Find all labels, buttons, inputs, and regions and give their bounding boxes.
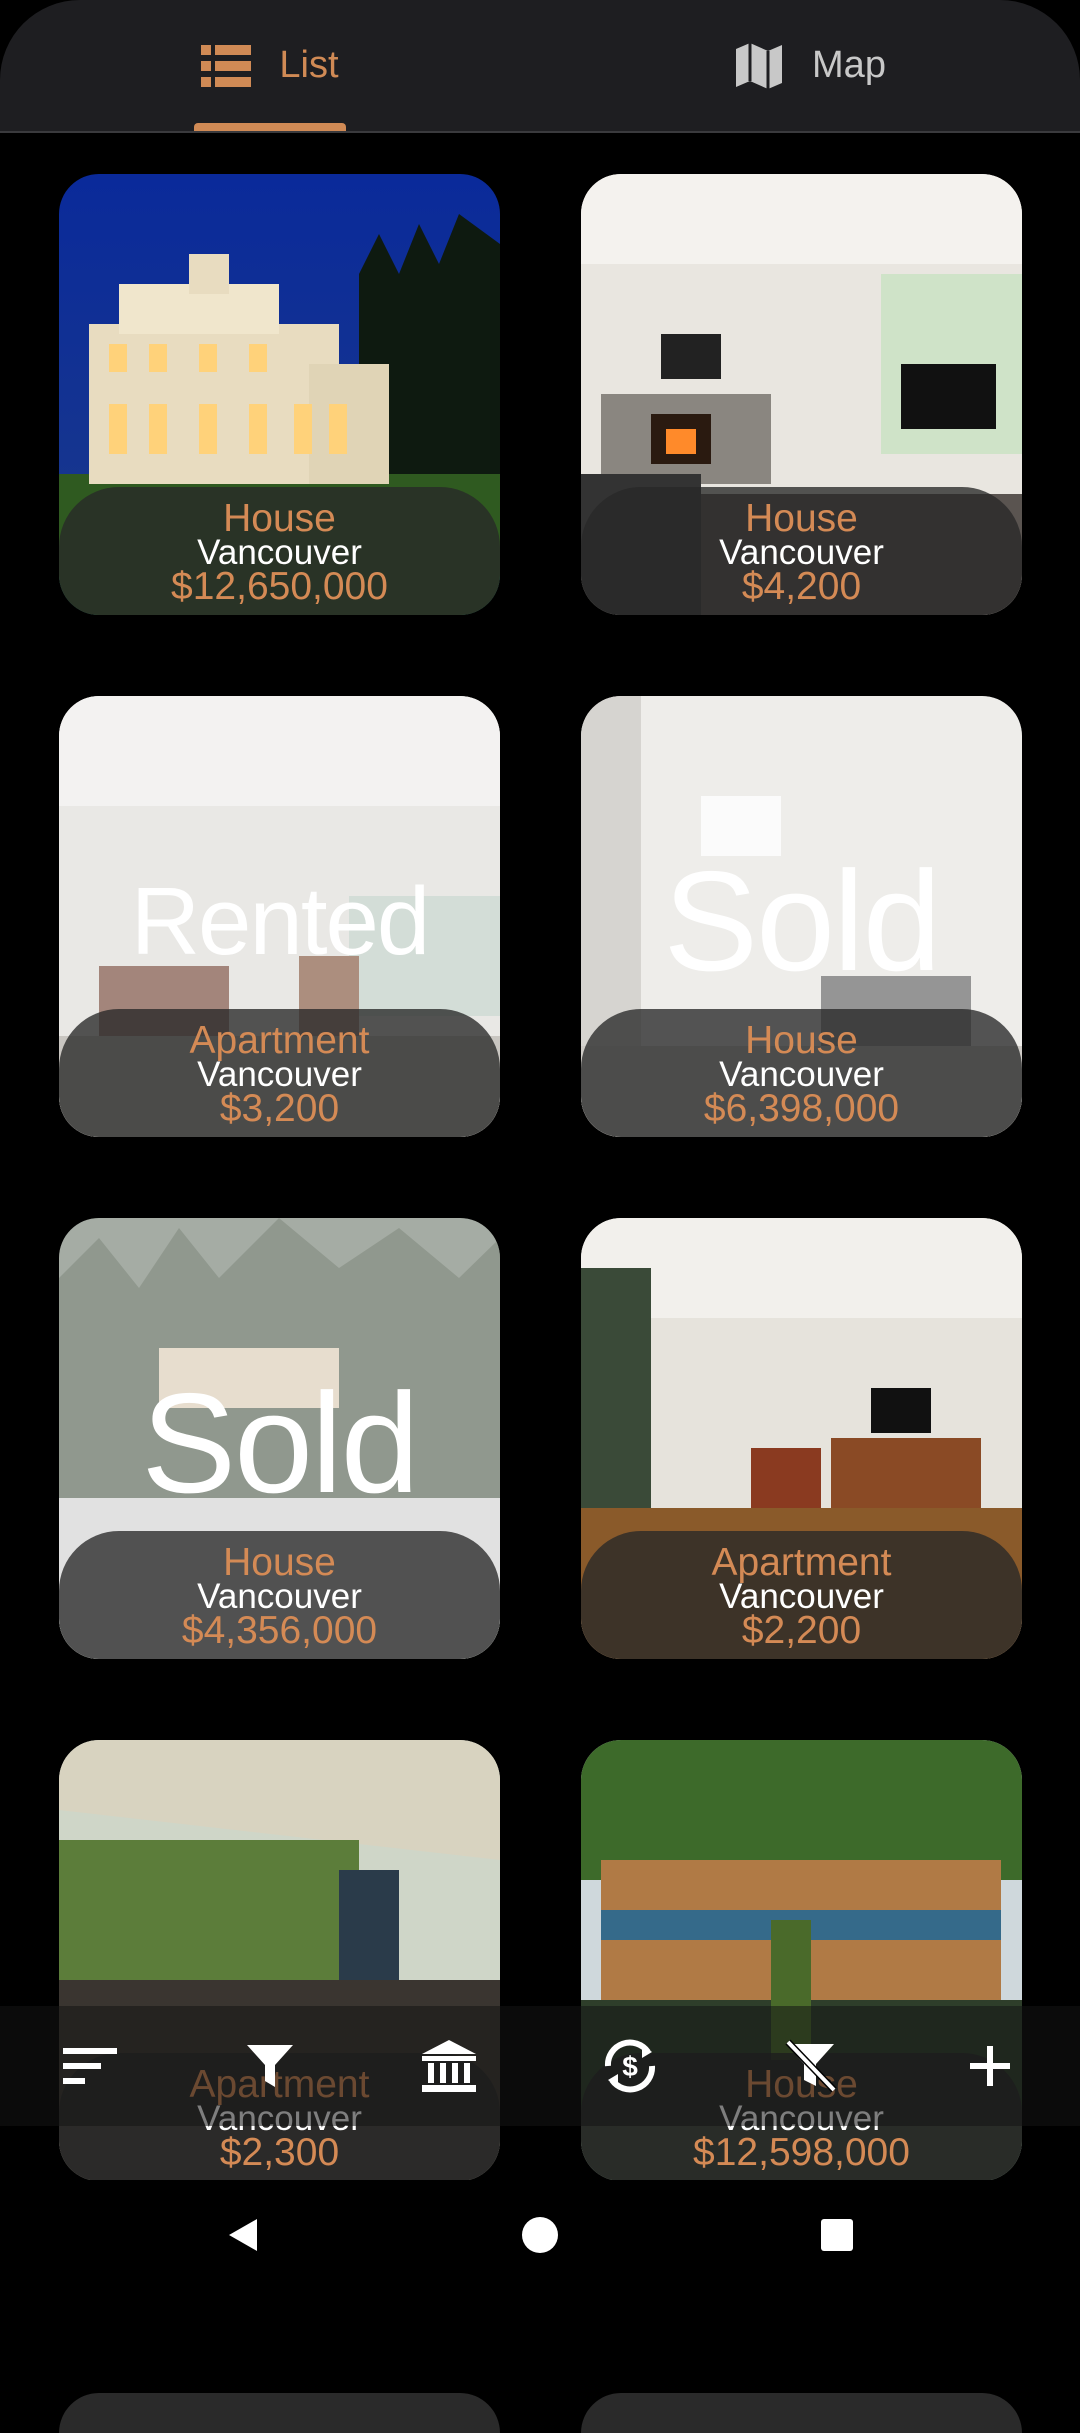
listing-price: $4,200 bbox=[741, 565, 862, 608]
back-button[interactable] bbox=[208, 2200, 278, 2270]
listing-type: Apartment bbox=[711, 1541, 892, 1584]
home-button[interactable] bbox=[505, 2200, 575, 2270]
listing-card[interactable]: Sold House Vancouver $6,398,000 bbox=[581, 696, 1022, 1137]
listing-caption: Apartment Vancouver $3,200 bbox=[59, 1009, 500, 1137]
listing-status: Sold bbox=[141, 1364, 419, 1523]
listing-type: House bbox=[745, 1019, 858, 1062]
listing-price: $3,200 bbox=[219, 1087, 340, 1130]
sort-button[interactable] bbox=[50, 2026, 130, 2106]
back-icon bbox=[229, 2219, 257, 2251]
listing-price: $12,650,000 bbox=[171, 565, 388, 608]
listing-price: $6,398,000 bbox=[703, 1087, 900, 1130]
bank-button[interactable] bbox=[409, 2026, 489, 2106]
listing-card[interactable]: Sold House Vancouver $4,356,000 bbox=[59, 1218, 500, 1659]
listing-status: Rented bbox=[130, 868, 431, 975]
tab-map[interactable]: Map bbox=[540, 0, 1080, 131]
listing-status: Sold bbox=[663, 842, 941, 1001]
recents-icon bbox=[821, 2219, 853, 2251]
listing-card-partial bbox=[581, 2393, 1022, 2433]
add-button[interactable] bbox=[950, 2026, 1030, 2106]
listing-card[interactable]: Apartment Vancouver $2,200 bbox=[581, 1218, 1022, 1659]
listing-type: Apartment bbox=[189, 1019, 370, 1062]
listing-card[interactable]: House Vancouver $4,200 bbox=[581, 174, 1022, 615]
listing-caption: Apartment Vancouver $2,200 bbox=[581, 1531, 1022, 1659]
currency-convert-button[interactable]: $ bbox=[590, 2026, 670, 2106]
top-tab-bar: List Map bbox=[0, 0, 1080, 133]
listing-caption: House Vancouver $12,650,000 bbox=[59, 487, 500, 615]
listing-card[interactable]: House Vancouver $12,650,000 bbox=[59, 174, 500, 615]
active-tab-indicator bbox=[194, 123, 346, 131]
listing-price: $2,200 bbox=[741, 1609, 862, 1652]
listing-type: House bbox=[745, 497, 858, 540]
tab-list[interactable]: List bbox=[0, 0, 540, 131]
recents-button[interactable] bbox=[802, 2200, 872, 2270]
currency-convert-icon: $ bbox=[604, 2039, 656, 2093]
listing-type: House bbox=[223, 497, 336, 540]
tab-map-label: Map bbox=[812, 44, 886, 86]
listing-card-partial bbox=[59, 2393, 500, 2433]
listing-price: $2,300 bbox=[219, 2131, 340, 2174]
home-icon bbox=[522, 2217, 558, 2253]
clear-filter-button[interactable] bbox=[770, 2026, 850, 2106]
bank-icon bbox=[422, 2040, 476, 2092]
clear-filter-icon bbox=[785, 2039, 837, 2093]
tab-list-label: List bbox=[279, 44, 339, 86]
listing-price: $4,356,000 bbox=[181, 1609, 378, 1652]
listing-caption: House Vancouver $4,356,000 bbox=[59, 1531, 500, 1659]
bottom-action-bar: $ bbox=[0, 2006, 1080, 2126]
listing-caption: House Vancouver $6,398,000 bbox=[581, 1009, 1022, 1137]
svg-text:$: $ bbox=[622, 2051, 638, 2082]
sort-icon bbox=[63, 2048, 117, 2084]
listing-caption: House Vancouver $4,200 bbox=[581, 487, 1022, 615]
filter-button[interactable] bbox=[230, 2026, 310, 2106]
listing-card[interactable]: Rented Apartment Vancouver $3,200 bbox=[59, 696, 500, 1137]
listing-type: House bbox=[223, 1541, 336, 1584]
map-icon bbox=[736, 42, 783, 89]
system-nav-bar bbox=[0, 2180, 1080, 2280]
add-icon bbox=[970, 2046, 1010, 2086]
listing-grid: House Vancouver $12,650,000 House Vancou… bbox=[0, 131, 1080, 2433]
filter-icon bbox=[247, 2045, 293, 2087]
listing-price: $12,598,000 bbox=[693, 2131, 910, 2174]
list-icon bbox=[201, 44, 252, 87]
